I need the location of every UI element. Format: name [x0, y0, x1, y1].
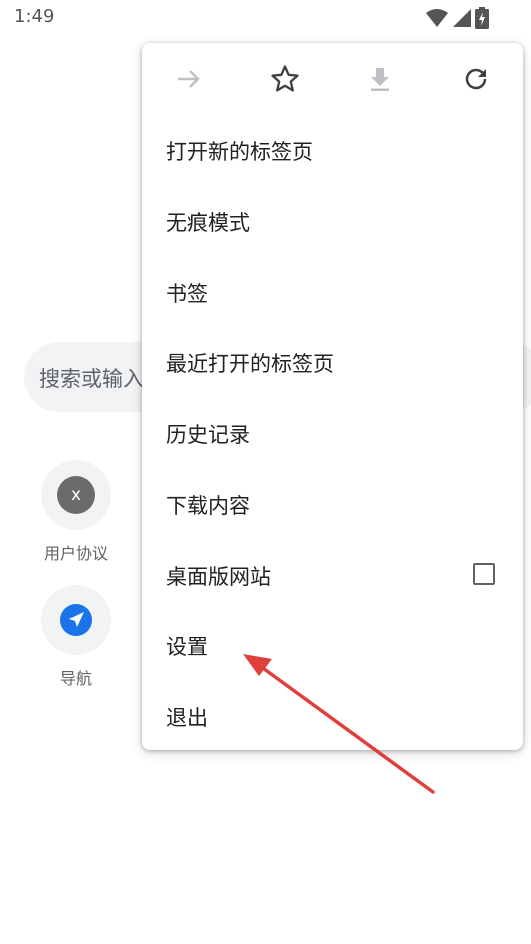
status-icons: [425, 7, 489, 29]
menu-item-recent-tabs[interactable]: 最近打开的标签页: [142, 327, 523, 398]
download-icon: [371, 68, 389, 91]
menu-item-label: 下载内容: [166, 493, 250, 518]
menu-item-label: 最近打开的标签页: [166, 351, 334, 376]
desktop-site-checkbox[interactable]: [473, 563, 495, 585]
menu-item-new-tab[interactable]: 打开新的标签页: [142, 115, 523, 186]
menu-item-label: 设置: [166, 634, 208, 659]
shortcut-user-agreement-circle: x: [41, 460, 111, 530]
shortcut-navigation-label: 导航: [59, 669, 92, 688]
menu-item-incognito[interactable]: 无痕模式: [142, 186, 523, 257]
menu-item-label: 历史记录: [166, 422, 250, 447]
shortcut-user-agreement-label: 用户协议: [43, 544, 108, 563]
cell-signal-icon: [453, 9, 471, 27]
menu-item-downloads[interactable]: 下载内容: [142, 469, 523, 540]
menu-item-bookmarks[interactable]: 书签: [142, 257, 523, 328]
shortcut-navigation-circle: [41, 585, 111, 655]
forward-button[interactable]: [167, 59, 211, 99]
menu-item-label: 书签: [166, 281, 208, 306]
reload-icon: [465, 68, 487, 90]
download-button[interactable]: [358, 59, 402, 99]
screen: 1:49 搜索或输入网址 x 用户协议 导航 打开新的标签页 无痕模式 书签 最…: [0, 0, 531, 944]
menu-item-label: 退出: [166, 705, 208, 730]
star-outline-icon: [271, 65, 299, 92]
status-bar: 1:49: [0, 0, 531, 36]
wifi-icon: [426, 9, 448, 27]
status-time: 1:49: [14, 6, 55, 27]
menu-item-label: 打开新的标签页: [166, 139, 313, 164]
navigation-icon: [60, 604, 92, 636]
overflow-menu: 打开新的标签页 无痕模式 书签 最近打开的标签页 历史记录 下载内容 桌面版网站…: [142, 43, 523, 750]
menu-item-desktop-site[interactable]: 桌面版网站: [142, 540, 523, 611]
bookmark-button[interactable]: [263, 59, 307, 99]
menu-item-history[interactable]: 历史记录: [142, 398, 523, 469]
menu-item-exit[interactable]: 退出: [142, 681, 523, 752]
menu-item-label: 桌面版网站: [166, 564, 271, 589]
shortcut-user-agreement[interactable]: x 用户协议: [26, 460, 126, 564]
shortcut-navigation[interactable]: 导航: [26, 585, 126, 689]
reload-button[interactable]: [454, 59, 498, 99]
battery-charging-icon: [475, 7, 489, 29]
menu-item-label: 无痕模式: [166, 210, 250, 235]
menu-item-settings[interactable]: 设置: [142, 610, 523, 681]
arrow-forward-icon: [178, 70, 200, 88]
x-badge-icon: x: [57, 476, 95, 514]
menu-toolbar: [142, 43, 523, 115]
x-badge-text: x: [70, 485, 82, 505]
